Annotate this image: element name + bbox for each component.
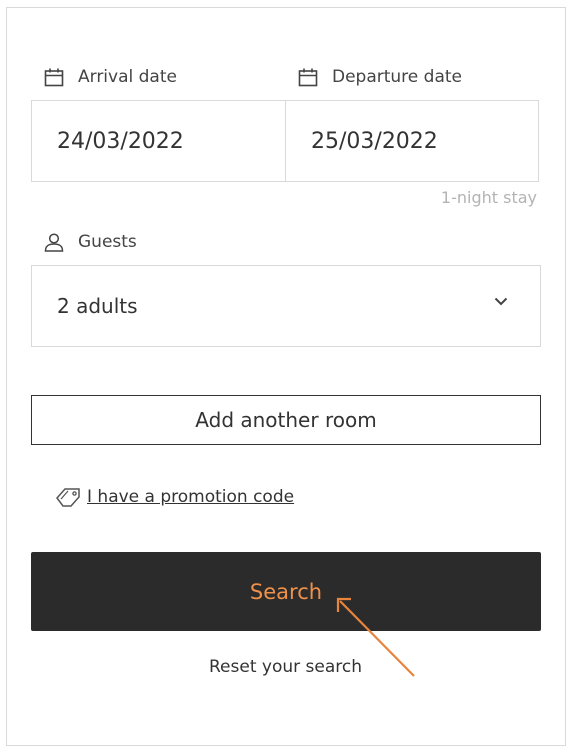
add-room-button-label: Add another room [195, 408, 377, 432]
departure-date-label-text: Departure date [332, 67, 462, 87]
calendar-icon [298, 68, 318, 86]
guests-label-text: Guests [78, 232, 137, 252]
user-icon [44, 232, 64, 252]
add-room-button[interactable]: Add another room [31, 395, 541, 445]
departure-date-label: Departure date [298, 67, 462, 87]
calendar-icon [44, 68, 64, 86]
departure-date-field[interactable]: 25/03/2022 [285, 100, 539, 182]
tag-icon [56, 488, 80, 507]
guests-label: Guests [44, 232, 137, 252]
promotion-code-link[interactable]: I have a promotion code [55, 486, 294, 508]
departure-date-value: 25/03/2022 [311, 128, 438, 154]
reset-search-label: Reset your search [209, 657, 362, 677]
guests-select[interactable]: 2 adults [31, 265, 541, 347]
arrival-date-label: Arrival date [44, 67, 177, 87]
search-button[interactable]: Search [31, 552, 541, 631]
search-button-label: Search [249, 579, 323, 604]
chevron-down-icon [494, 297, 508, 306]
arrival-date-label-text: Arrival date [78, 67, 177, 87]
stay-length-note: 1-night stay [440, 188, 537, 207]
arrival-date-value: 24/03/2022 [57, 128, 184, 154]
promotion-code-label: I have a promotion code [87, 487, 295, 507]
guests-select-value: 2 adults [57, 294, 138, 318]
reset-search-link[interactable]: Reset your search [0, 657, 571, 677]
arrival-date-field[interactable]: 24/03/2022 [31, 100, 286, 182]
